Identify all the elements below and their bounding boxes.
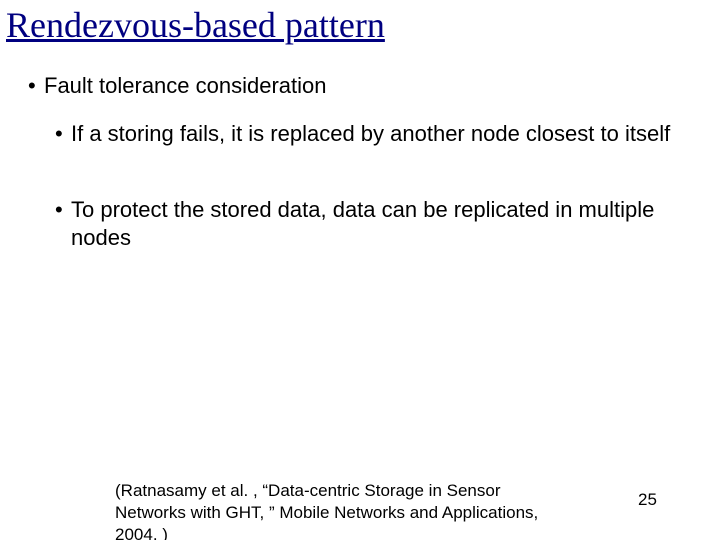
bullet-level1: • Fault tolerance consideration (28, 72, 327, 100)
bullet-level2: • To protect the stored data, data can b… (55, 196, 685, 251)
bullet-dot-icon: • (28, 72, 36, 100)
citation-text: (Ratnasamy et al. , “Data-centric Storag… (115, 480, 575, 540)
bullet-text: To protect the stored data, data can be … (71, 196, 685, 251)
slide-title: Rendezvous-based pattern (6, 4, 385, 46)
bullet-dot-icon: • (55, 120, 63, 148)
bullet-text: Fault tolerance consideration (44, 72, 327, 100)
bullet-dot-icon: • (55, 196, 63, 224)
bullet-level2: • If a storing fails, it is replaced by … (55, 120, 685, 148)
page-number: 25 (638, 490, 657, 510)
bullet-text: If a storing fails, it is replaced by an… (71, 120, 685, 148)
slide: Rendezvous-based pattern • Fault toleran… (0, 0, 720, 540)
